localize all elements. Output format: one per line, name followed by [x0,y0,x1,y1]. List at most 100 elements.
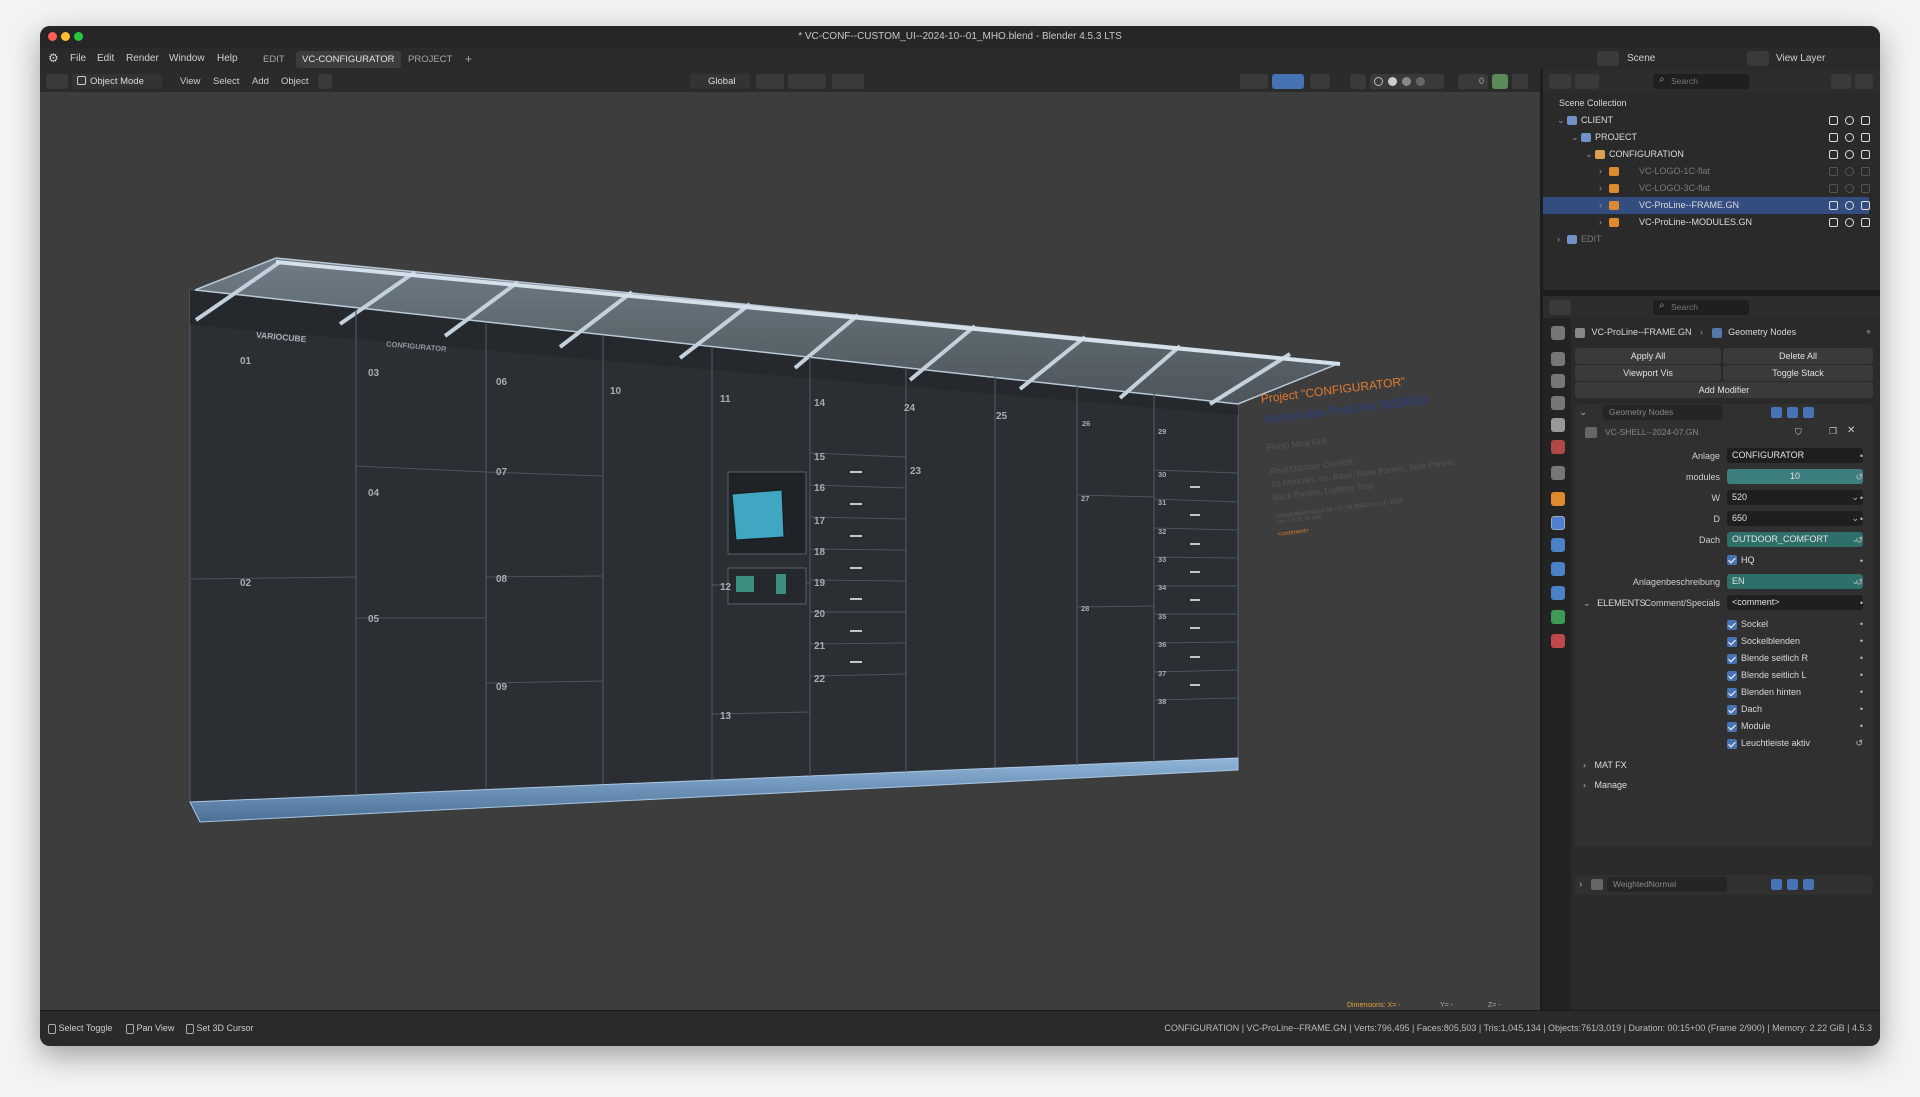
menu-window[interactable]: Window [169,53,205,64]
field-comment-specials[interactable]: <comment> [1727,595,1863,610]
particles-tab-icon[interactable] [1551,538,1565,552]
viewport-vis-button[interactable]: Viewport Vis [1575,365,1721,381]
element-checkbox[interactable] [1727,620,1737,630]
elements-subpanel-header[interactable]: ⌄ ELEMENTS [1583,598,1646,609]
overlays-icon[interactable] [1310,74,1330,89]
output-tab-icon[interactable] [1551,374,1565,388]
editor-type-icon[interactable] [46,74,68,89]
node-group-field[interactable]: VC-SHELL--2024-07.GN [1603,425,1793,440]
element-toggle-blende-seitlich-l[interactable]: Blende seitlich L • [1575,667,1873,684]
element-checkbox[interactable] [1727,688,1737,698]
pin-icon[interactable]: ⌖ [1866,324,1871,340]
duplicate-icon[interactable]: ❐ [1829,426,1837,437]
scene-selector[interactable]: Scene [1627,53,1655,64]
gizmo-toggle-icon[interactable] [1272,74,1304,89]
display-mode-icon[interactable] [1575,74,1599,89]
render-toggle-icon[interactable] [1803,879,1814,890]
camera-icon[interactable] [1861,184,1870,193]
expand-chevron-icon[interactable]: ⌄ [1571,129,1579,146]
element-checkbox[interactable] [1727,722,1737,732]
keyframe-dot-icon[interactable]: • [1860,633,1863,650]
element-toggle-blenden-hinten[interactable]: Blenden hinten • [1575,684,1873,701]
menu-render[interactable]: Render [126,53,159,64]
workspace-tab-edit[interactable]: EDIT [257,51,291,68]
material-tab-icon[interactable] [1551,634,1565,648]
mat-fx-subpanel-header[interactable]: › MAT FX [1583,760,1627,770]
select-menu[interactable]: Select [213,74,239,89]
menu-edit[interactable]: Edit [97,53,114,64]
exclude-checkbox[interactable] [1829,201,1838,210]
unlink-close-icon[interactable]: ✕ [1847,425,1855,436]
collapse-chevron-icon[interactable]: ⌄ [1579,407,1587,418]
tool-tab-icon[interactable] [1551,326,1565,340]
eye-icon[interactable] [1845,184,1854,193]
hq-toggle[interactable]: HQ [1727,553,1863,568]
new-collection-icon[interactable] [1855,74,1873,89]
workspace-tab-vc-configurator[interactable]: VC-CONFIGURATOR [296,51,401,68]
expand-chevron-icon[interactable]: ⌄ [1557,112,1565,129]
collapsed-chevron-icon[interactable]: › [1557,231,1560,248]
scene-icon[interactable] [1597,51,1619,66]
eye-icon[interactable] [1845,201,1854,210]
element-checkbox[interactable] [1727,705,1737,715]
camera-icon[interactable] [1861,218,1870,227]
exclude-checkbox[interactable] [1829,167,1838,176]
element-checkbox[interactable] [1727,654,1737,664]
camera-icon[interactable] [1861,167,1870,176]
collapsed-chevron-icon[interactable]: › [1599,163,1602,180]
world-tab-icon[interactable] [1551,440,1565,454]
collapsed-chevron-icon[interactable]: › [1599,214,1602,231]
outliner-row-vc-proline-frame-gn[interactable]: › VC-ProLine--FRAME.GN [1543,197,1870,214]
camera-icon[interactable] [1861,133,1870,142]
viewport-toggle-icon[interactable] [1787,407,1798,418]
overlay-count[interactable]: 0 [1458,74,1488,89]
filter-icon[interactable] [1831,74,1851,89]
reset-icon[interactable]: ↺ [1855,574,1863,591]
manage-subpanel-header[interactable]: › Manage [1583,780,1627,790]
element-checkbox[interactable] [1727,637,1737,647]
close-window-button[interactable] [48,32,57,41]
view-menu[interactable]: View [180,74,200,89]
keyframe-dot-icon[interactable]: • [1860,650,1863,667]
keyframe-dot-icon[interactable]: • [1860,616,1863,633]
expand-chevron-icon[interactable]: › [1579,879,1582,890]
collapsed-chevron-icon[interactable]: › [1599,197,1602,214]
proportional-edit-icon[interactable] [832,74,864,89]
keyframe-dot-icon[interactable]: • [1860,595,1863,612]
properties-editor-icon[interactable] [1549,300,1571,315]
outliner-row-client[interactable]: ⌄ CLIENT [1543,112,1870,129]
object-menu[interactable]: Object [281,74,308,89]
apply-all-button[interactable]: Apply All [1575,348,1721,364]
outliner-row-vc-proline-modules-gn[interactable]: › VC-ProLine--MODULES.GN [1543,214,1870,231]
exclude-checkbox[interactable] [1829,150,1838,159]
element-toggle-sockelblenden[interactable]: Sockelblenden • [1575,633,1873,650]
transform-orientation-dropdown[interactable]: Global [690,74,750,89]
eye-icon[interactable] [1845,167,1854,176]
element-toggle-dach[interactable]: Dach • [1575,701,1873,718]
toggle-stack-button[interactable]: Toggle Stack [1723,365,1873,381]
eye-icon[interactable] [1845,218,1854,227]
bookmark-icon[interactable] [1512,74,1528,89]
snap-icon[interactable] [788,74,826,89]
camera-icon[interactable] [1861,201,1870,210]
reset-icon[interactable]: ↺ [1855,532,1863,549]
delete-all-button[interactable]: Delete All [1723,348,1873,364]
element-toggle-leuchtleiste-aktiv[interactable]: Leuchtleiste aktiv ↺ [1575,735,1873,752]
keyframe-dot-icon[interactable]: • [1860,490,1863,507]
dropdown-d[interactable]: 650 ⌄ [1727,511,1863,526]
outliner-row-project[interactable]: ⌄ PROJECT [1543,129,1870,146]
object-mode-dropdown[interactable]: Object Mode [72,74,162,89]
zoom-window-button[interactable] [74,32,83,41]
dropdown-dach[interactable]: OUTDOOR_COMFORT ⌄ [1727,532,1863,547]
reset-icon[interactable]: ↺ [1855,469,1863,486]
menu-file[interactable]: File [70,53,86,64]
dropdown-anlagenbeschreibung[interactable]: EN ⌄ [1727,574,1863,589]
physics-tab-icon[interactable] [1551,562,1565,576]
render-toggle-icon[interactable] [1803,407,1814,418]
camera-icon[interactable] [1861,150,1870,159]
outliner-row-vc-logo-1c-flat[interactable]: › VC-LOGO-1C-flat [1543,163,1870,180]
properties-search-input[interactable]: Search [1653,300,1749,315]
hq-checkbox[interactable] [1727,554,1737,565]
collection-tab-icon[interactable] [1551,466,1565,480]
modifier-name-field[interactable]: Geometry Nodes [1603,405,1723,420]
